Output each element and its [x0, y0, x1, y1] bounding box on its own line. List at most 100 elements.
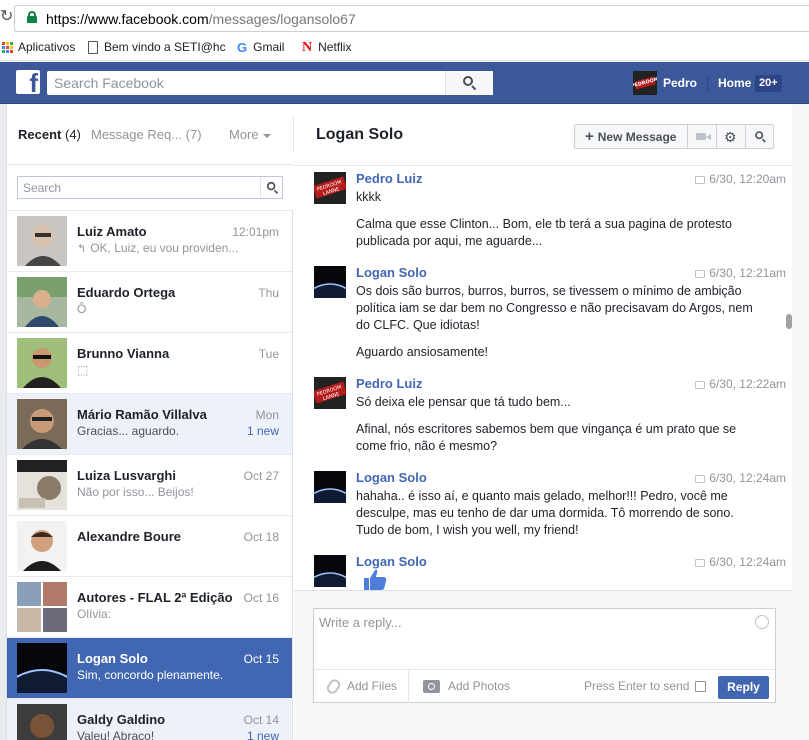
conversation-name: Luiza Lusvarghi — [77, 468, 176, 483]
search-icon — [266, 181, 279, 195]
avatar — [17, 460, 67, 510]
message-text: Só deixa ele pensar que tá tudo bem... — [356, 395, 571, 409]
thread-search-button[interactable] — [746, 125, 775, 148]
avatar — [314, 555, 346, 587]
conversation-item[interactable]: Alexandre Boure Oct 18 — [7, 516, 292, 577]
conversation-time: Oct 18 — [243, 530, 279, 544]
conversation-snippet: Valeu! Abraço! — [77, 729, 155, 740]
message-text: Aguardo ansiosamente! — [356, 345, 489, 359]
inbox-header: Recent (4) Message Req... (7) More — [7, 104, 294, 165]
conversation-name: Luiz Amato — [77, 224, 147, 239]
divider — [707, 75, 708, 91]
profile-name: Pedro — [663, 76, 698, 90]
reload-icon[interactable]: ↻ — [0, 7, 13, 27]
conversation-time: Oct 27 — [243, 469, 279, 483]
conversation-item[interactable]: Mário Ramão Villalva Gracias... aguardo.… — [7, 394, 292, 455]
reply-arrow-icon: ↰ — [77, 243, 87, 255]
notification-badge: 20+ — [755, 75, 782, 92]
chat-bubble-icon — [695, 380, 706, 389]
thread-toolbar: + New Message ⚙ — [574, 124, 774, 149]
search-icon — [463, 76, 477, 91]
press-enter-checkbox[interactable] — [695, 681, 707, 693]
conversation-name: Galdy Galdino — [77, 712, 166, 727]
avatar — [17, 643, 67, 693]
bookmark-label: Netflix — [318, 40, 352, 54]
conversation-item[interactable]: Autores - FLAL 2ª Edição Olívia: Oct 16 — [7, 577, 292, 638]
settings-button[interactable]: ⚙ — [717, 125, 746, 148]
add-photos-label: Add Photos — [448, 679, 511, 693]
emoji-icon[interactable] — [755, 615, 769, 629]
message-text: Calma que esse Clinton... Bom, ele tb te… — [356, 217, 732, 248]
message-sender[interactable]: Logan Solo — [356, 470, 427, 485]
conversation-list: Luiz Amato ↰ OK, Luiz, eu vou providen...… — [7, 210, 293, 740]
new-message-button[interactable]: + New Message — [575, 125, 688, 148]
conversation-name: Mário Ramão Villalva — [77, 407, 207, 422]
plus-icon: + — [585, 128, 594, 145]
conversation-snippet: Gracias... aguardo. — [77, 424, 180, 438]
tab-more[interactable]: More — [229, 127, 271, 142]
message-sender[interactable]: Pedro Luiz — [356, 171, 422, 186]
browser-address-row: ↻ https://www.facebook.com/messages/loga… — [0, 0, 809, 34]
facebook-search-button[interactable] — [445, 71, 493, 95]
bookmark-gmail[interactable]: G Gmail — [237, 39, 284, 55]
avatar: PEDROOM LANNE — [314, 172, 346, 204]
video-call-button[interactable] — [688, 125, 717, 148]
camera-icon — [423, 680, 440, 694]
message-thread: PEDROOM LANNE Pedro Luiz 6/30, 12:20am k… — [294, 166, 792, 590]
conversation-item[interactable]: Luiz Amato ↰ OK, Luiz, eu vou providen...… — [7, 211, 292, 272]
conversation-snippet: Não por isso... Beijos! — [77, 485, 194, 499]
conversation-item[interactable]: Galdy Galdino Valeu! Abraço! Oct 14 1 ne… — [7, 699, 292, 740]
conversation-name: Logan Solo — [77, 651, 148, 666]
chat-bubble-icon — [695, 558, 706, 567]
tab-message-requests[interactable]: Message Req... (7) — [91, 127, 202, 142]
bookmark-apps[interactable]: Aplicativos — [2, 39, 75, 55]
chat-bubble-icon — [695, 474, 706, 483]
tab-recent[interactable]: Recent (4) — [18, 127, 81, 142]
add-files-button[interactable]: Add Files — [314, 670, 397, 703]
conversation-time: Mon — [255, 408, 279, 422]
video-camera-icon — [696, 133, 711, 140]
press-enter-toggle[interactable]: Press Enter to send — [584, 670, 707, 703]
bookmark-netflix[interactable]: N Netflix — [302, 39, 351, 55]
group-avatar — [17, 582, 67, 632]
message-timestamp: 6/30, 12:24am — [695, 471, 786, 485]
conversation-search-button[interactable] — [260, 177, 282, 198]
conversation-item-selected[interactable]: Logan Solo Sim, concordo plenamente. Oct… — [7, 638, 292, 699]
reply-input[interactable] — [314, 609, 754, 665]
reply-button[interactable]: Reply — [718, 676, 769, 699]
conversation-item[interactable]: Brunno Vianna ⬚ Tue — [7, 333, 292, 394]
avatar — [17, 216, 67, 266]
address-bar[interactable]: https://www.facebook.com/messages/logans… — [14, 5, 809, 32]
conversation-snippet: Olívia: — [77, 607, 112, 621]
reply-composer: Add Files Add Photos Press Enter to send… — [294, 590, 792, 740]
page-icon — [88, 41, 98, 55]
conversation-item[interactable]: Eduardo Ortega Ô Thu — [7, 272, 292, 333]
snippet-text: OK, Luiz, eu vou providen... — [90, 241, 239, 255]
conversation-time: Oct 16 — [243, 591, 279, 605]
add-photos-button[interactable]: Add Photos — [409, 670, 510, 703]
conversation-search-input[interactable] — [18, 177, 258, 198]
message-time: 6/30, 12:24am — [709, 555, 786, 569]
message-sender[interactable]: Logan Solo — [356, 554, 427, 569]
message-time: 6/30, 12:21am — [709, 266, 786, 280]
facebook-logo-icon[interactable]: f — [16, 70, 40, 94]
thread-scrollbar[interactable] — [786, 314, 792, 329]
lock-icon — [27, 11, 37, 23]
search-icon — [755, 131, 766, 143]
add-files-label: Add Files — [347, 679, 398, 693]
bookmark-seti[interactable]: Bem vindo a SETI@hc — [88, 39, 226, 55]
message-sender[interactable]: Pedro Luiz — [356, 376, 422, 391]
conversation-time: 12:01pm — [232, 225, 279, 239]
thumbs-up-icon — [364, 569, 387, 590]
message-sender[interactable]: Logan Solo — [356, 265, 427, 280]
thread-header: Logan Solo + New Message ⚙ — [294, 104, 809, 166]
conversation-item[interactable]: Luiza Lusvarghi Não por isso... Beijos! … — [7, 455, 292, 516]
facebook-search-input[interactable] — [47, 71, 437, 95]
home-link[interactable]: Home — [718, 71, 751, 95]
avatar — [314, 266, 346, 298]
message-text: hahaha.. é isso aí, e quanto mais gelado… — [356, 489, 734, 537]
avatar — [17, 399, 67, 449]
conversation-time: Oct 15 — [243, 652, 279, 666]
bookmark-label: Gmail — [253, 40, 285, 54]
message-text: kkkk — [356, 190, 381, 204]
